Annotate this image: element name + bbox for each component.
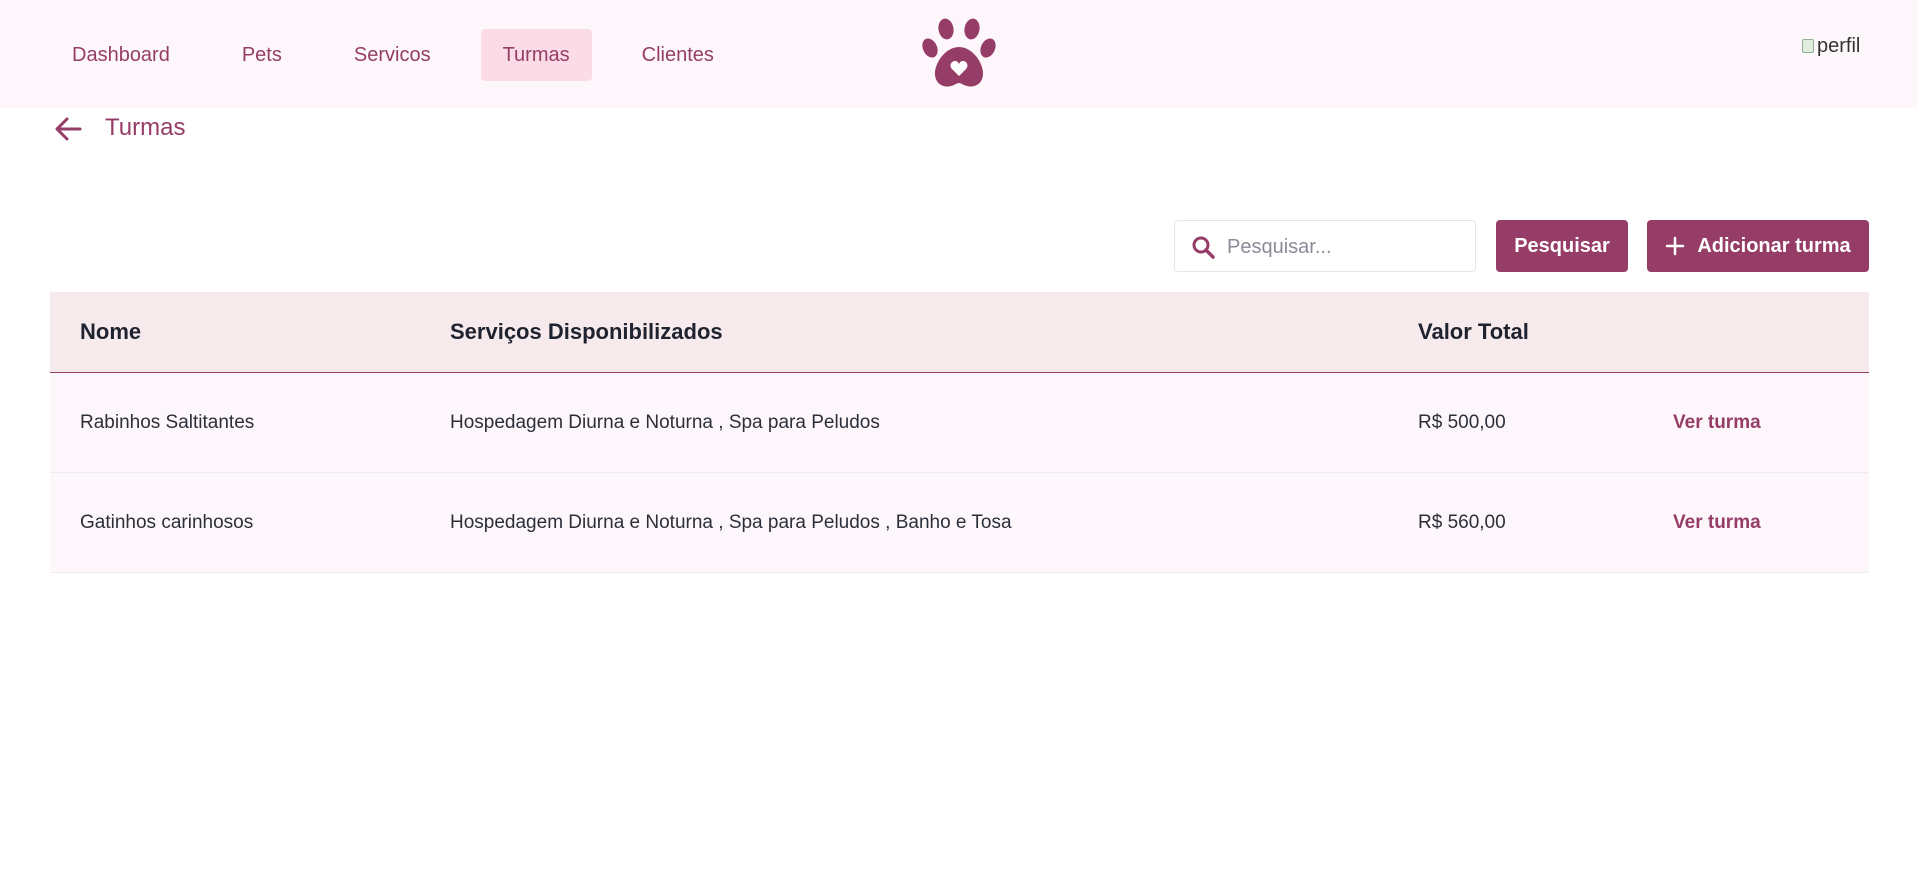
nav-item-servicos[interactable]: Servicos [332,29,453,81]
paw-heart-icon [922,18,996,87]
top-navigation-bar: Dashboard Pets Servicos Turmas Clientes … [0,0,1918,108]
column-header-nome: Nome [80,319,142,344]
avatar[interactable]: perfil [1802,32,1866,60]
ver-turma-link[interactable]: Ver turma [1673,373,1761,472]
turmas-table: Nome Serviços Disponibilizados Valor Tot… [50,292,1869,573]
search-icon [1192,236,1215,259]
nav-item-dashboard[interactable]: Dashboard [50,29,192,81]
add-turma-button[interactable]: Adicionar turma [1647,220,1869,272]
broken-image-icon [1802,39,1814,53]
cell-valor: R$ 500,00 [1418,412,1506,433]
search-box [1174,220,1476,273]
table-row: Gatinhos carinhosos Hospedagem Diurna e … [50,473,1869,573]
table-header: Nome Serviços Disponibilizados Valor Tot… [50,292,1869,373]
add-turma-label: Adicionar turma [1697,234,1851,257]
cell-servicos: Hospedagem Diurna e Noturna , Spa para P… [450,412,880,433]
arrow-left-icon[interactable] [52,113,84,145]
cell-nome: Gatinhos carinhosos [80,512,254,533]
cell-servicos: Hospedagem Diurna e Noturna , Spa para P… [450,512,1012,533]
column-header-servicos: Serviços Disponibilizados [450,319,723,344]
table-row: Rabinhos Saltitantes Hospedagem Diurna e… [50,373,1869,473]
nav-item-clientes[interactable]: Clientes [620,29,736,81]
plus-icon [1666,236,1685,256]
nav-item-turmas[interactable]: Turmas [480,29,592,81]
main-nav: Dashboard Pets Servicos Turmas Clientes [50,29,736,81]
avatar-alt-text: perfil [1817,34,1861,57]
ver-turma-link[interactable]: Ver turma [1673,473,1761,572]
search-button[interactable]: Pesquisar [1496,220,1628,272]
search-input[interactable] [1225,221,1469,273]
nav-item-pets[interactable]: Pets [220,29,304,81]
page-title: Turmas [105,114,186,141]
cell-nome: Rabinhos Saltitantes [80,412,255,433]
cell-valor: R$ 560,00 [1418,512,1506,533]
column-header-valor: Valor Total [1418,319,1529,344]
